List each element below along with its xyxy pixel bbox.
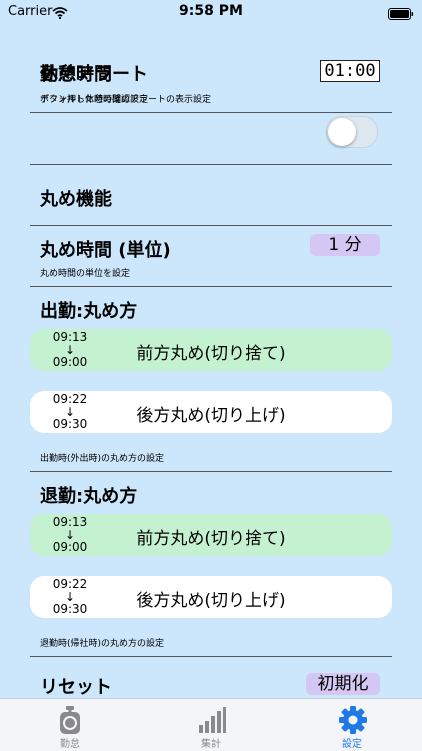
reset-section: リセット 初期化 [30, 657, 392, 698]
reset-title: リセット [40, 677, 112, 698]
option-label: 前方丸め(切り捨て) [136, 529, 286, 549]
rounding-unit-title: 丸め時間 (単位) [40, 240, 171, 261]
alert-toggle[interactable] [326, 116, 378, 148]
separator [30, 112, 392, 113]
rounding-unit-section: 丸め時間 (単位) 丸め時間の単位を設定 1 分 [30, 226, 392, 287]
clock-in-subtitle: 出勤時(外出時)の丸め方の設定 [40, 454, 165, 464]
option-label: 後方丸め(切り上げ) [136, 406, 286, 426]
rounding-unit-button[interactable]: 1 分 [310, 234, 380, 256]
break-alert-section: 休憩時間 デフォルト休憩時間の設定 01:00 勤怠アラート ボタン押した時の確… [30, 46, 392, 165]
clock-out-option-floor[interactable]: 09:13 ↓ 09:00 前方丸め(切り捨て) [30, 514, 392, 556]
toggle-knob [328, 118, 356, 146]
settings-list: 休憩時間 デフォルト休憩時間の設定 01:00 勤怠アラート ボタン押した時の確… [30, 46, 392, 698]
clock-in-option-ceil[interactable]: 09:22 ↓ 09:30 後方丸め(切り上げ) [30, 391, 392, 433]
option-label: 前方丸め(切り捨て) [136, 344, 286, 364]
reset-button[interactable]: 初期化 [306, 673, 380, 695]
gear-icon [338, 705, 368, 739]
battery-icon [388, 5, 414, 24]
clock-in-section: 出勤:丸め方 09:13 ↓ 09:00 前方丸め(切り捨て) 09:22 ↓ … [30, 287, 392, 472]
clock-out-subtitle: 退勤時(帰社時)の丸め方の設定 [40, 639, 165, 649]
tab-settings[interactable]: 設定 [282, 699, 422, 751]
clock-in-option-floor[interactable]: 09:13 ↓ 09:00 前方丸め(切り捨て) [30, 329, 392, 371]
tab-summary[interactable]: 集計 [141, 699, 281, 751]
rounding-title: 丸め機能 [40, 189, 112, 210]
option-label: 後方丸め(切り上げ) [136, 591, 286, 611]
tab-label: 設定 [342, 739, 362, 750]
clock-out-title: 退勤:丸め方 [40, 486, 138, 507]
tab-label: 勤怠 [60, 739, 80, 750]
clock-out-option-ceil[interactable]: 09:22 ↓ 09:30 後方丸め(切り上げ) [30, 576, 392, 618]
clock-out-section: 退勤:丸め方 09:13 ↓ 09:00 前方丸め(切り捨て) 09:22 ↓ … [30, 472, 392, 657]
tab-label: 集計 [201, 739, 221, 750]
stopwatch-icon [56, 705, 84, 739]
clock-label: 9:58 PM [179, 3, 243, 19]
break-time-field[interactable]: 01:00 [320, 60, 380, 82]
clock-in-title: 出勤:丸め方 [40, 301, 138, 322]
rounding-section: 丸め機能 [30, 165, 392, 226]
tab-bar: 勤怠 集計 設定 [0, 698, 422, 751]
rounding-unit-subtitle: 丸め時間の単位を設定 [40, 269, 131, 279]
alert-title: 勤怠アラート [40, 64, 148, 85]
alert-subtitle: ボタン押した時の確認アラートの表示設定 [40, 95, 212, 105]
tab-attendance[interactable]: 勤怠 [0, 699, 140, 751]
bar-chart-icon [197, 705, 227, 739]
status-bar: Carrier 9:58 PM [0, 0, 422, 24]
